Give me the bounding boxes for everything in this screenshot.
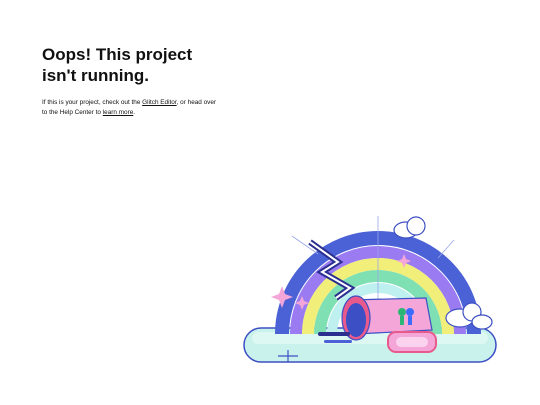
help-text: If this is your project, check out the G…: [42, 98, 222, 118]
rainbow-broken-mug-illustration: [243, 216, 497, 363]
page-title: Oops! This project isn't running.: [42, 44, 222, 86]
help-text-part-3: .: [133, 109, 136, 116]
help-text-part-1: If this is your project, check out the: [42, 99, 143, 106]
error-message-block: Oops! This project isn't running. If thi…: [42, 44, 222, 118]
learn-more-link[interactable]: learn more: [103, 109, 134, 116]
title-line-2: isn't running.: [42, 66, 149, 85]
glitch-editor-link[interactable]: Glitch Editor: [142, 99, 176, 106]
title-line-1: Oops! This project: [42, 45, 193, 64]
